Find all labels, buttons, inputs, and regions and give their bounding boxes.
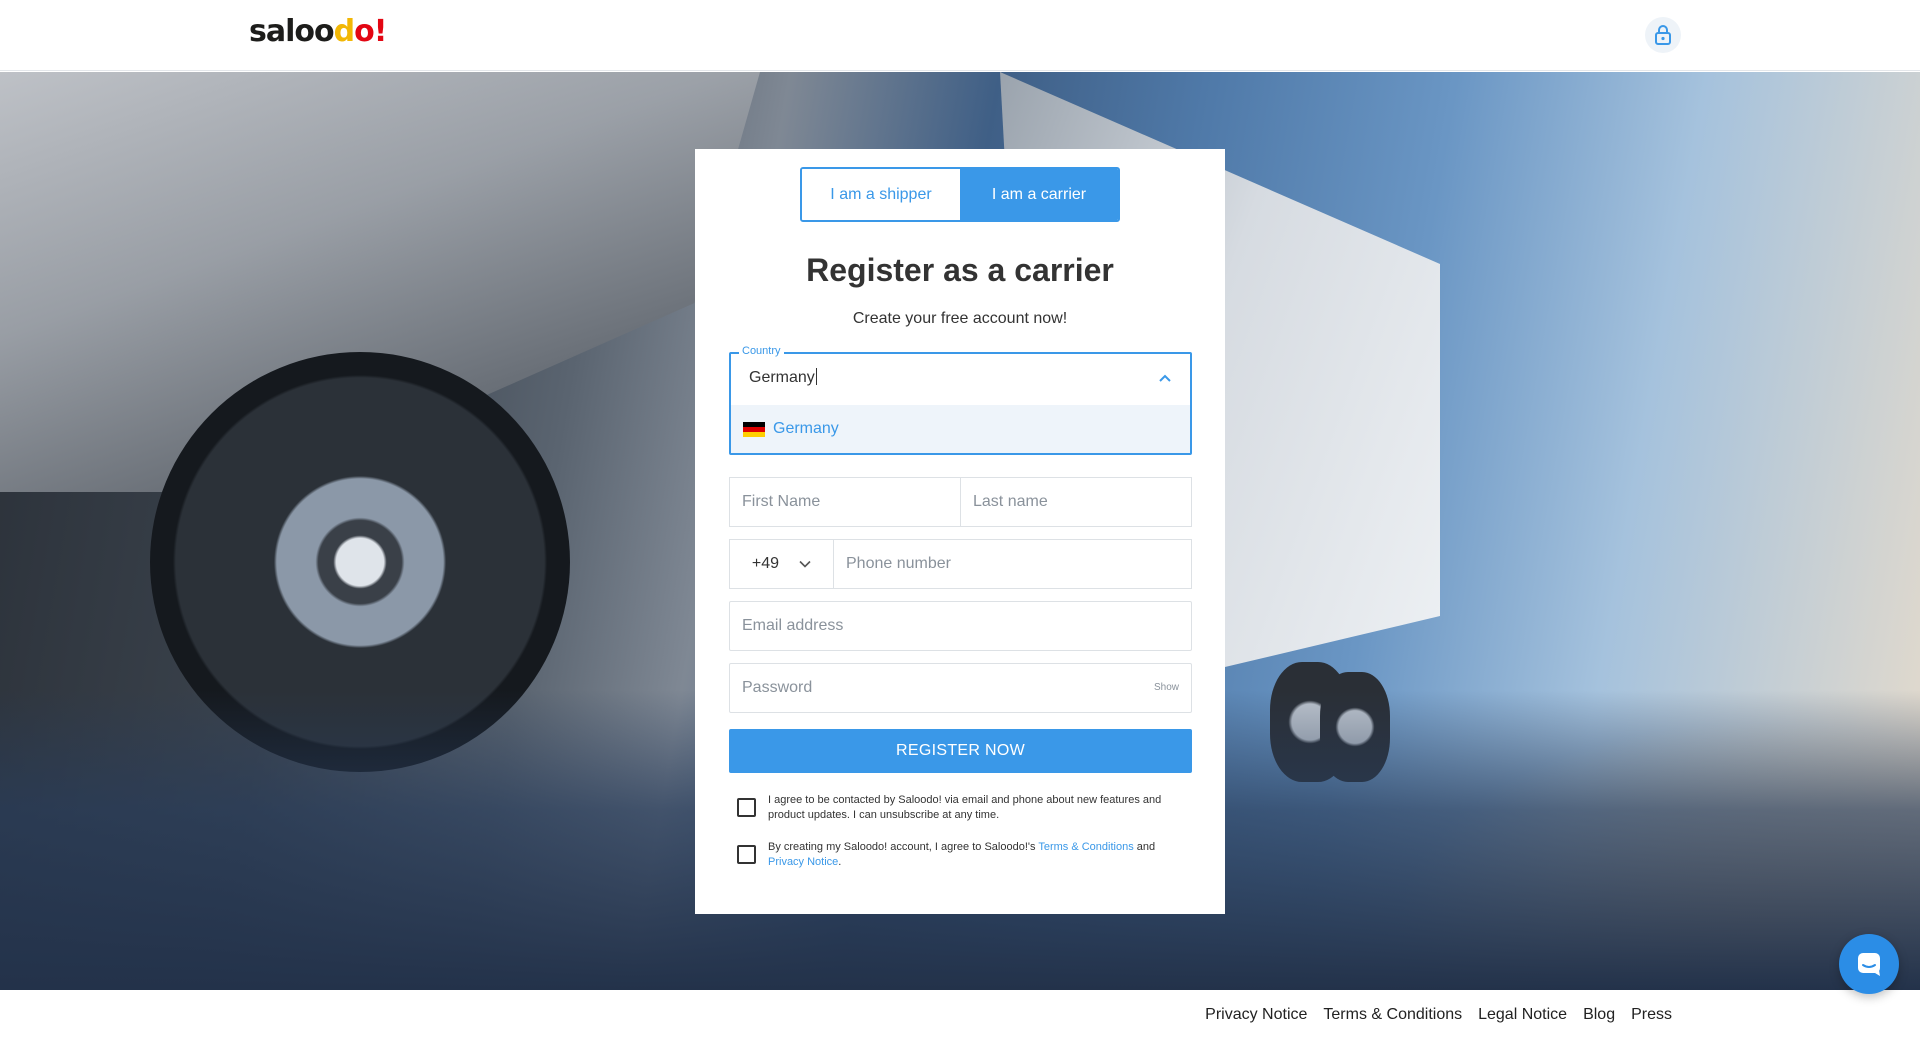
phone-prefix-select[interactable]: +49 [730, 540, 834, 588]
first-name-field[interactable] [730, 478, 960, 526]
role-toggle: I am a shipper I am a carrier [800, 167, 1120, 222]
consent-contact-text: I agree to be contacted by Saloodo! via … [768, 794, 1162, 821]
top-header: saloodo! [0, 0, 1920, 71]
phone-number-field[interactable] [834, 540, 1191, 588]
register-now-button[interactable]: REGISTER NOW [729, 729, 1192, 773]
footer-links: Privacy Notice Terms & Conditions Legal … [1205, 1006, 1672, 1024]
email-container [729, 601, 1192, 651]
consent-terms-end: . [838, 856, 842, 868]
lock-button[interactable] [1645, 17, 1681, 53]
germany-flag-icon [743, 421, 765, 437]
last-name-field[interactable] [961, 478, 1191, 526]
chat-launcher-button[interactable] [1839, 934, 1899, 994]
carrier-toggle-button[interactable]: I am a carrier [960, 169, 1118, 220]
chevron-down-icon [799, 560, 811, 568]
page-footer: Privacy Notice Terms & Conditions Legal … [0, 990, 1920, 1042]
lock-icon [1655, 25, 1671, 45]
shipper-toggle-button[interactable]: I am a shipper [802, 169, 960, 220]
consent-contact-row: I agree to be contacted by Saloodo! via … [737, 793, 1177, 823]
footer-link-legal-notice[interactable]: Legal Notice [1478, 1006, 1567, 1024]
first-name-container [729, 477, 961, 527]
password-container: Show [729, 663, 1192, 713]
country-input-value[interactable]: Germany [749, 368, 817, 387]
chevron-up-icon[interactable] [1158, 370, 1172, 388]
country-select[interactable]: Country Germany Germany [729, 345, 1192, 455]
phone-prefix-value: +49 [751, 555, 780, 572]
footer-link-blog[interactable]: Blog [1583, 1006, 1615, 1024]
email-field[interactable] [730, 602, 1191, 650]
country-option-germany[interactable]: Germany [731, 405, 1190, 453]
name-row [729, 477, 1192, 527]
consent-terms-text: By creating my Saloodo! account, I agree… [768, 840, 1155, 870]
terms-conditions-link[interactable]: Terms & Conditions [1038, 841, 1133, 853]
consent-terms-row: By creating my Saloodo! account, I agree… [737, 840, 1177, 870]
saloodo-logo[interactable]: saloodo! [249, 14, 387, 50]
consent-terms-and: and [1136, 841, 1156, 853]
chat-icon [1858, 953, 1880, 976]
country-label: Country [739, 345, 784, 357]
footer-link-press[interactable]: Press [1631, 1006, 1672, 1024]
country-option-label: Germany [773, 420, 839, 437]
consent-terms-checkbox[interactable] [737, 845, 756, 864]
registration-card: I am a shipper I am a carrier Register a… [695, 149, 1225, 914]
phone-row: +49 [729, 539, 1192, 589]
page-subtitle: Create your free account now! [852, 310, 1068, 327]
last-name-container [961, 477, 1192, 527]
consent-contact-checkbox[interactable] [737, 798, 756, 817]
footer-link-terms-conditions[interactable]: Terms & Conditions [1323, 1006, 1462, 1024]
password-field[interactable] [730, 664, 1191, 712]
privacy-notice-link[interactable]: Privacy Notice [768, 856, 838, 868]
consent-terms-prefix: By creating my Saloodo! account, I agree… [768, 841, 1036, 853]
page-title: Register as a carrier [806, 252, 1114, 288]
footer-link-privacy-notice[interactable]: Privacy Notice [1205, 1006, 1307, 1024]
show-password-toggle[interactable]: Show [1154, 682, 1179, 693]
